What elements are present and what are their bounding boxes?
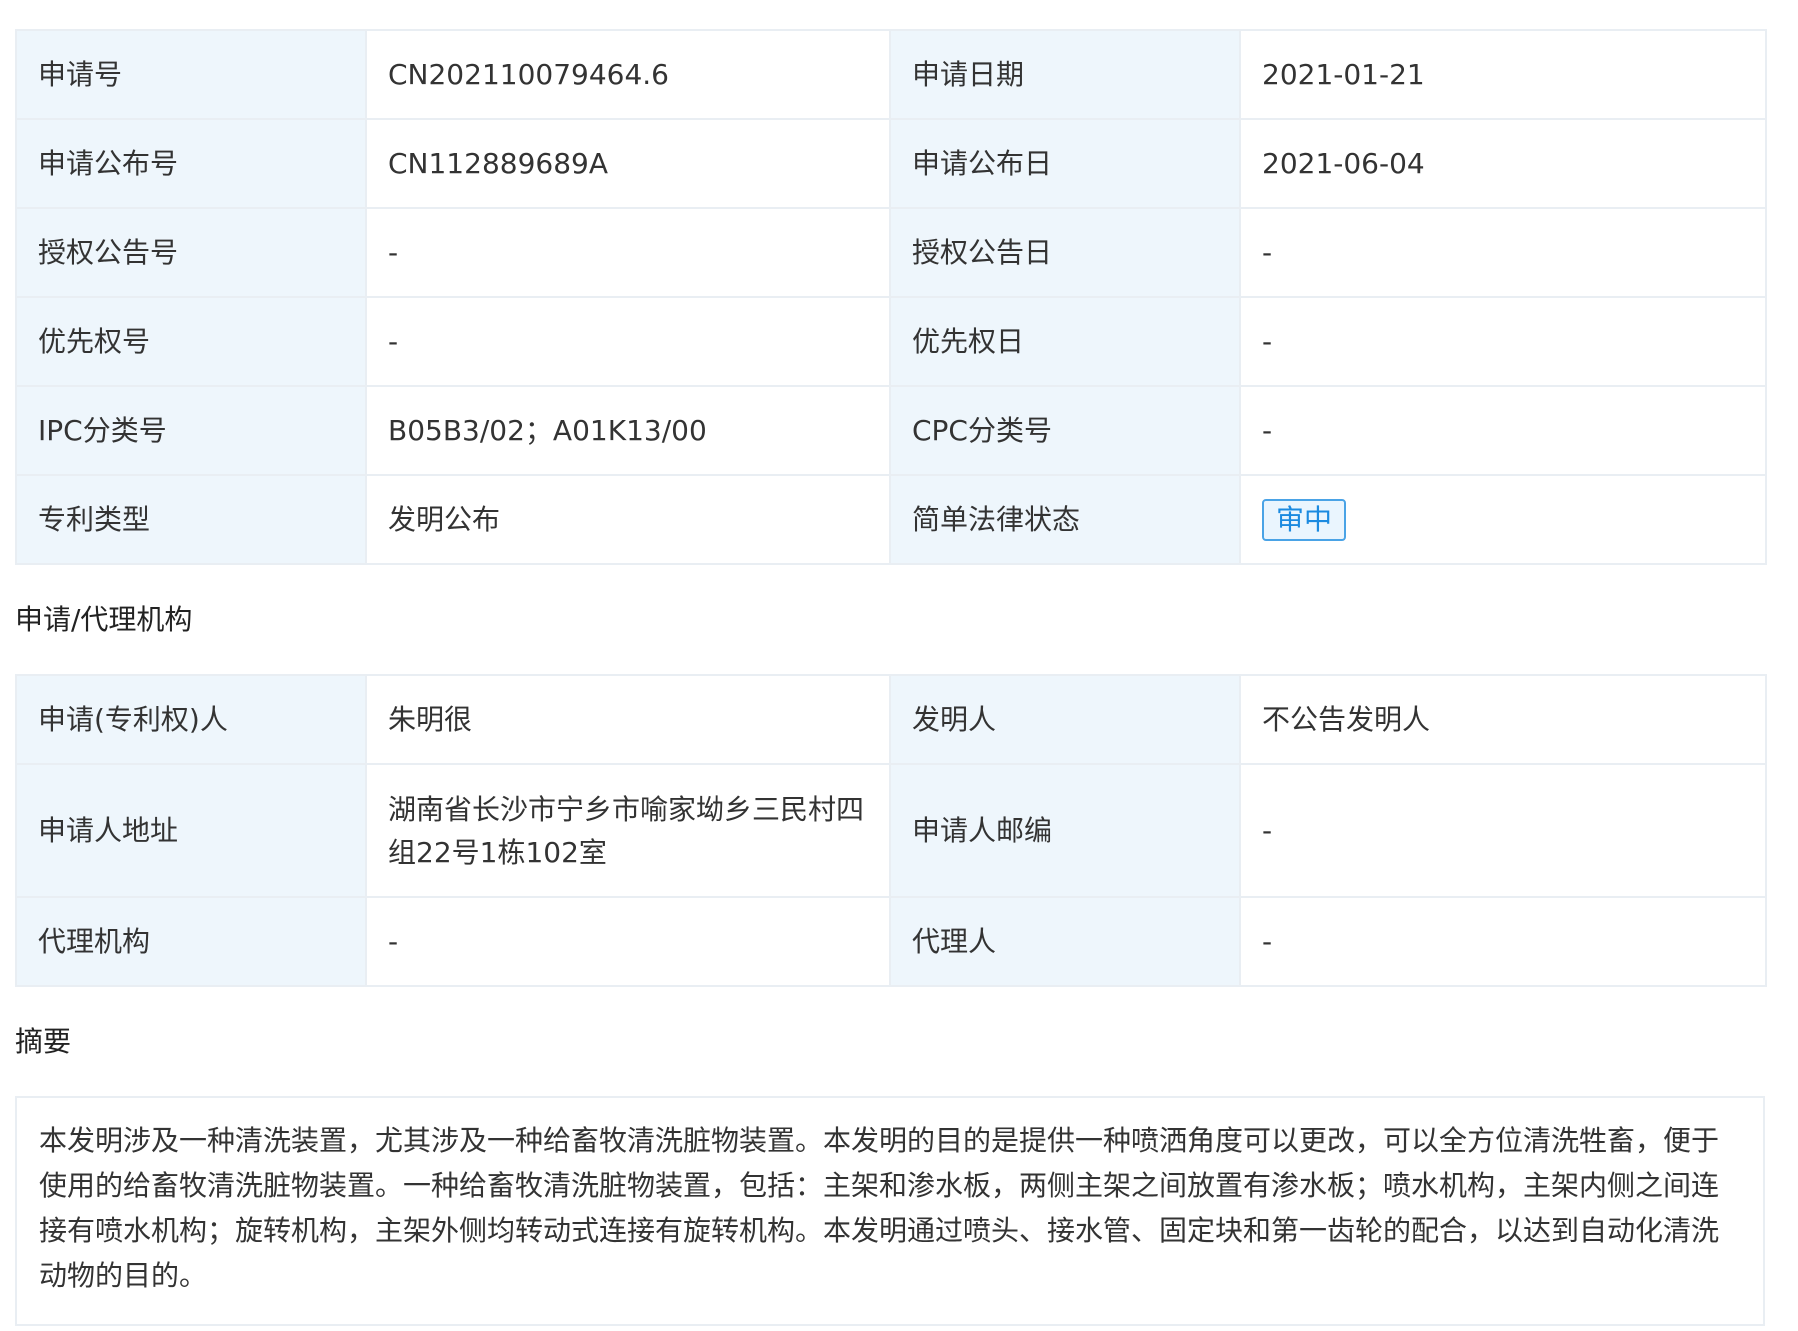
value-applicant-postcode: - [1239, 763, 1767, 898]
value-priority-number: - [365, 296, 891, 387]
label-publication-number: 申请公布号 [15, 118, 367, 209]
label-patent-type: 专利类型 [15, 474, 367, 565]
table-row: 申请(专利权)人 朱明很 发明人 不公告发明人 [15, 674, 1767, 765]
value-applicant: 朱明很 [365, 674, 891, 765]
label-grant-number: 授权公告号 [15, 207, 367, 298]
label-cpc: CPC分类号 [889, 385, 1241, 476]
basic-info-table: 申请号 CN202110079464.6 申请日期 2021-01-21 申请公… [15, 29, 1767, 565]
value-ipc: B05B3/02；A01K13/00 [365, 385, 891, 476]
label-application-number: 申请号 [15, 29, 367, 120]
value-agent: - [1239, 896, 1767, 987]
label-priority-date: 优先权日 [889, 296, 1241, 387]
value-grant-number: - [365, 207, 891, 298]
value-application-date: 2021-01-21 [1239, 29, 1767, 120]
agency-info-table: 申请(专利权)人 朱明很 发明人 不公告发明人 申请人地址 湖南省长沙市宁乡市喻… [15, 674, 1767, 987]
value-legal-status-cell: 审中 [1239, 474, 1767, 565]
value-publication-number: CN112889689A [365, 118, 891, 209]
value-inventor: 不公告发明人 [1239, 674, 1767, 765]
value-priority-date: - [1239, 296, 1767, 387]
patent-detail: 申请号 CN202110079464.6 申请日期 2021-01-21 申请公… [15, 29, 1767, 1326]
label-grant-date: 授权公告日 [889, 207, 1241, 298]
table-row: 代理机构 - 代理人 - [15, 896, 1767, 987]
table-row: 专利类型 发明公布 简单法律状态 审中 [15, 474, 1767, 565]
table-row: 申请人地址 湖南省长沙市宁乡市喻家坳乡三民村四组22号1栋102室 申请人邮编 … [15, 763, 1767, 898]
table-row: 授权公告号 - 授权公告日 - [15, 207, 1767, 298]
table-row: IPC分类号 B05B3/02；A01K13/00 CPC分类号 - [15, 385, 1767, 476]
value-cpc: - [1239, 385, 1767, 476]
value-grant-date: - [1239, 207, 1767, 298]
label-ipc: IPC分类号 [15, 385, 367, 476]
label-agency: 代理机构 [15, 896, 367, 987]
label-inventor: 发明人 [889, 674, 1241, 765]
label-application-date: 申请日期 [889, 29, 1241, 120]
value-publication-date: 2021-06-04 [1239, 118, 1767, 209]
value-agency: - [365, 896, 891, 987]
label-applicant-address: 申请人地址 [15, 763, 367, 898]
table-row: 优先权号 - 优先权日 - [15, 296, 1767, 387]
label-publication-date: 申请公布日 [889, 118, 1241, 209]
legal-status-badge: 审中 [1262, 499, 1347, 541]
label-agent: 代理人 [889, 896, 1241, 987]
value-applicant-address: 湖南省长沙市宁乡市喻家坳乡三民村四组22号1栋102室 [365, 763, 891, 898]
value-patent-type: 发明公布 [365, 474, 891, 565]
abstract-text: 本发明涉及一种清洗装置，尤其涉及一种给畜牧清洗脏物装置。本发明的目的是提供一种喷… [15, 1096, 1765, 1326]
abstract-section-title: 摘要 [15, 1025, 72, 1058]
table-row: 申请公布号 CN112889689A 申请公布日 2021-06-04 [15, 118, 1767, 209]
label-priority-number: 优先权号 [15, 296, 367, 387]
agency-section-title: 申请/代理机构 [15, 603, 193, 636]
label-legal-status: 简单法律状态 [889, 474, 1241, 565]
value-application-number: CN202110079464.6 [365, 29, 891, 120]
label-applicant-postcode: 申请人邮编 [889, 763, 1241, 898]
label-applicant: 申请(专利权)人 [15, 674, 367, 765]
table-row: 申请号 CN202110079464.6 申请日期 2021-01-21 [15, 29, 1767, 120]
